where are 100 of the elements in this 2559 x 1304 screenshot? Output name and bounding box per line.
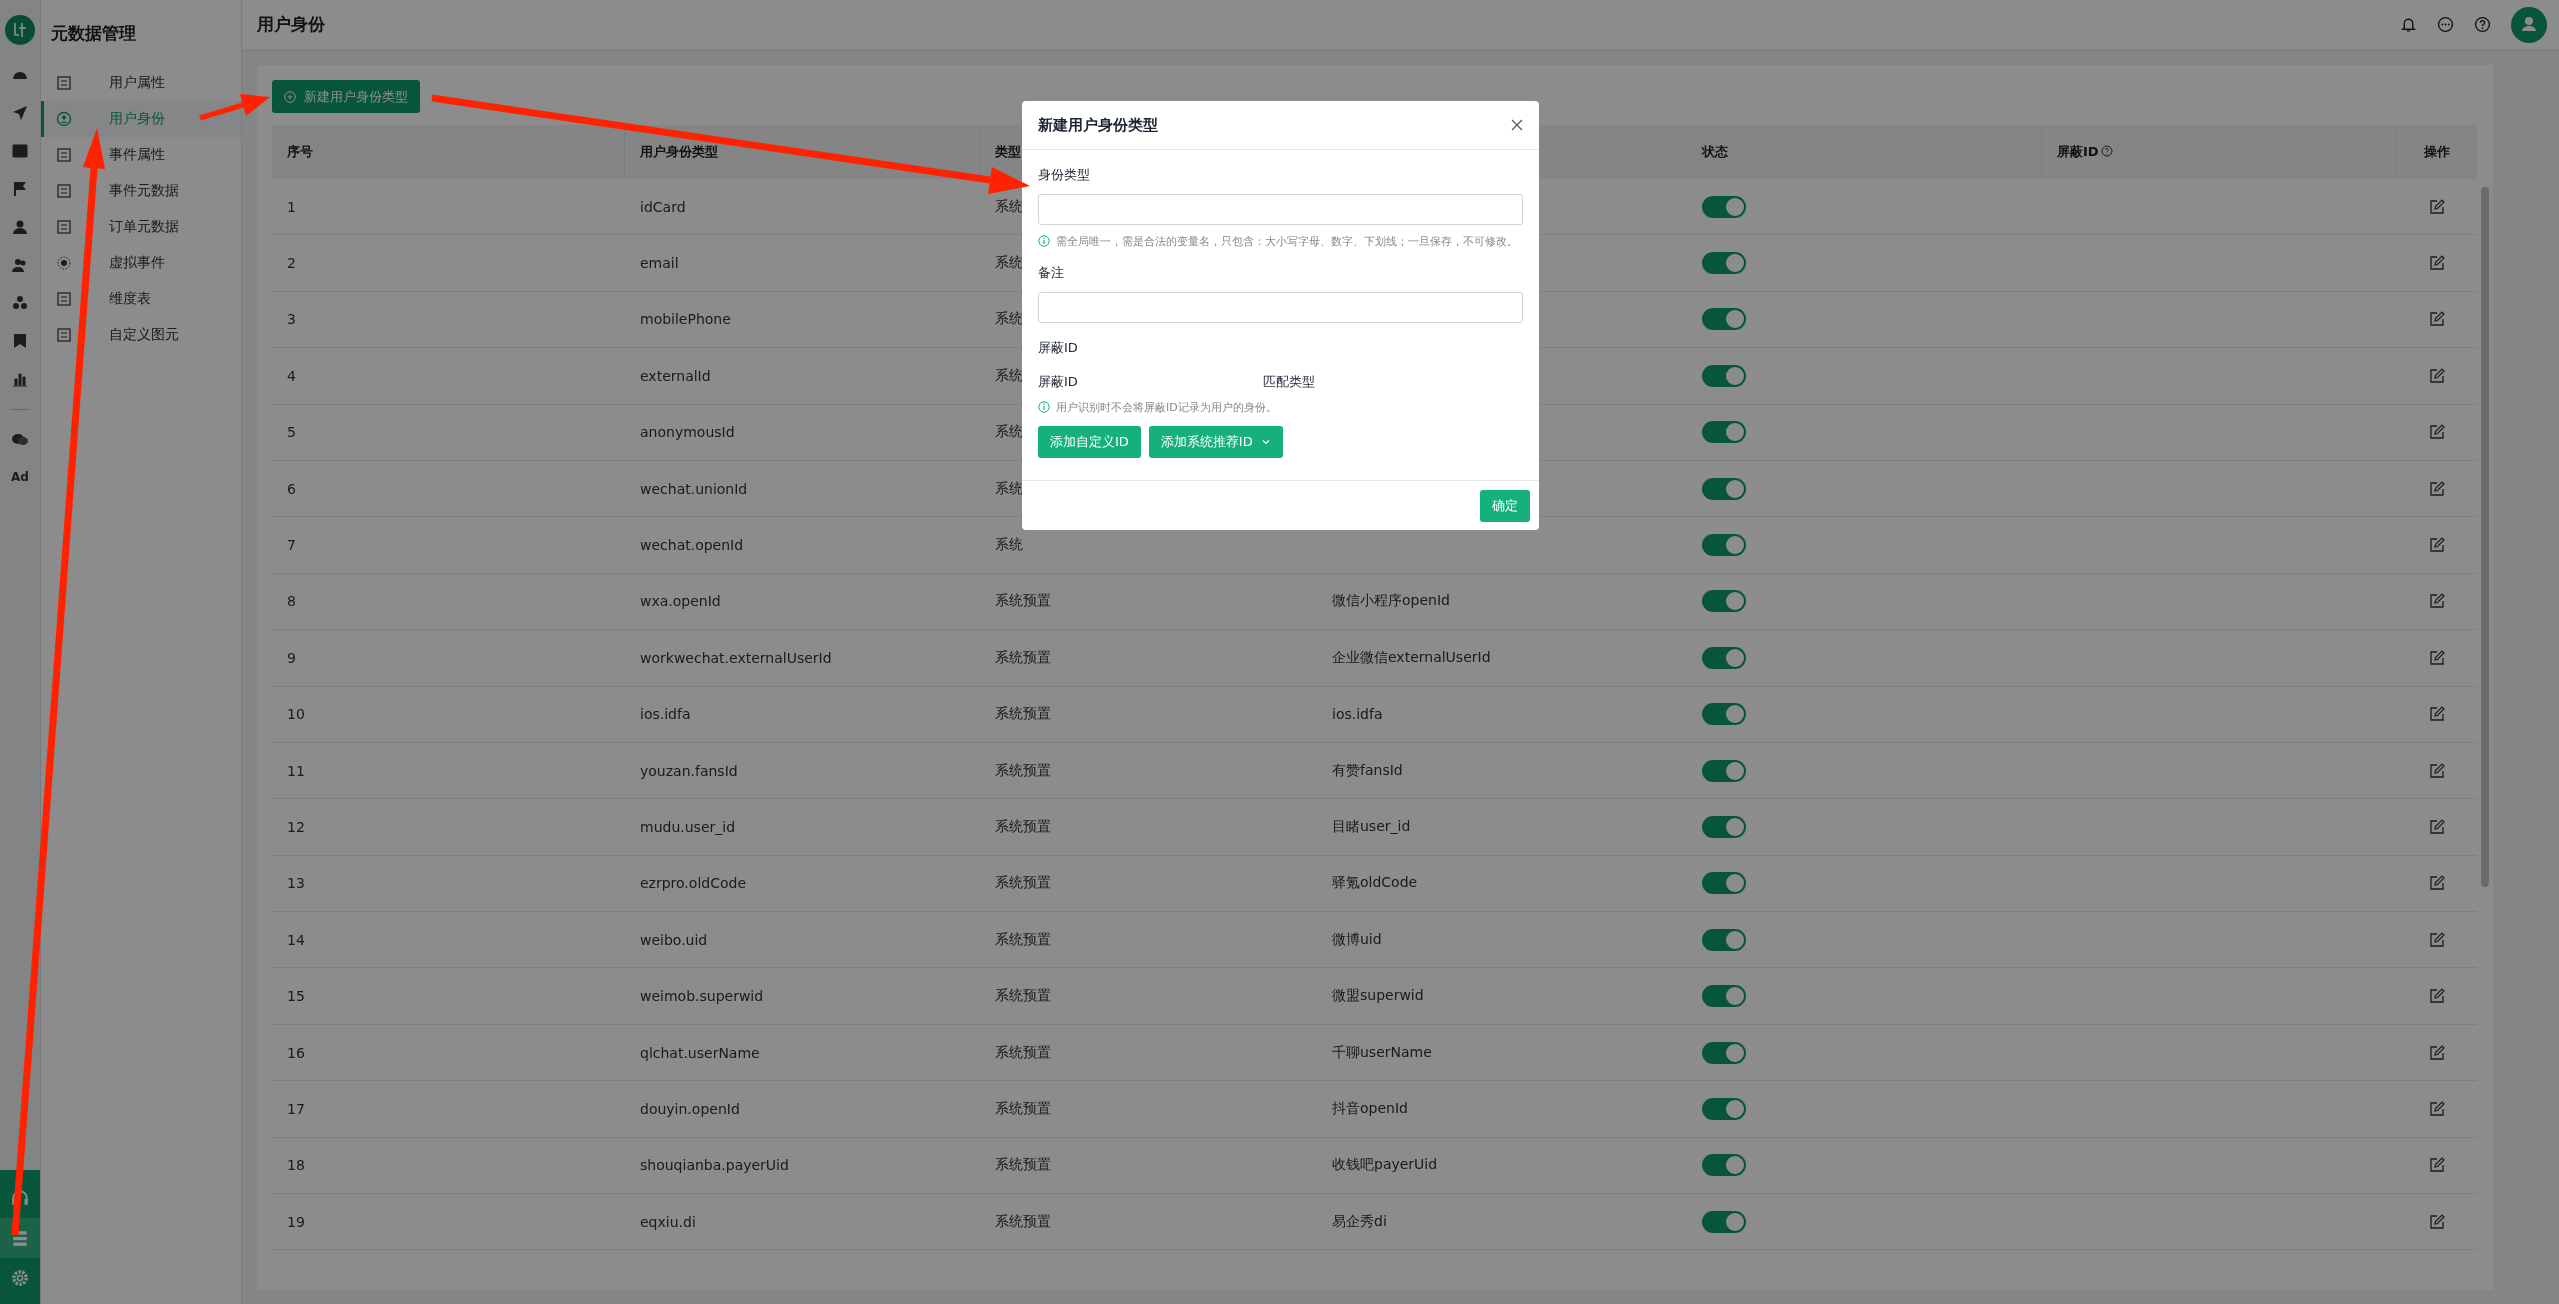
bell-icon[interactable] bbox=[2400, 16, 2417, 33]
table-cell: 15 bbox=[287, 988, 305, 1005]
help-icon[interactable] bbox=[2474, 16, 2491, 33]
sidebar-item[interactable]: 订单元数据 bbox=[41, 209, 241, 245]
toggle-switch[interactable] bbox=[1702, 1154, 1746, 1177]
toggle-switch[interactable] bbox=[1702, 364, 1746, 387]
table-cell: anonymousId bbox=[640, 424, 735, 441]
table-cell: 系统预置 bbox=[995, 592, 1051, 611]
help-icon[interactable] bbox=[2100, 145, 2113, 157]
column-header: 屏蔽ID bbox=[2057, 143, 2113, 161]
toggle-switch[interactable] bbox=[1702, 590, 1746, 613]
table-cell: ezrpro.oldCode bbox=[640, 875, 746, 892]
page-title: 用户身份 bbox=[257, 13, 325, 36]
toggle-switch[interactable] bbox=[1702, 1097, 1746, 1120]
toggle-switch[interactable] bbox=[1702, 477, 1746, 500]
ad-label[interactable]: Ad bbox=[11, 470, 29, 484]
table-cell: 系统 bbox=[995, 479, 1023, 498]
edit-icon[interactable] bbox=[2429, 1157, 2445, 1174]
input-field[interactable] bbox=[1038, 292, 1523, 323]
logo-icon bbox=[5, 15, 35, 45]
sidebar-item[interactable]: 自定义图元 bbox=[41, 317, 241, 353]
table-cell: 2 bbox=[287, 255, 296, 272]
edit-icon[interactable] bbox=[2429, 819, 2445, 835]
chat-icon[interactable] bbox=[12, 432, 28, 448]
table-cell: 17 bbox=[287, 1100, 305, 1117]
table-cell: 易企秀di bbox=[1332, 1212, 1387, 1231]
table-cell: 系统预置 bbox=[995, 1099, 1051, 1118]
bar-chart-icon[interactable] bbox=[12, 371, 28, 387]
add-button[interactable]: 添加自定义ID bbox=[1038, 426, 1141, 458]
edit-icon[interactable] bbox=[2429, 762, 2445, 779]
edit-icon[interactable] bbox=[2429, 649, 2445, 666]
toggle-switch[interactable] bbox=[1702, 985, 1746, 1008]
toggle-switch[interactable] bbox=[1702, 759, 1746, 782]
cluster-icon[interactable] bbox=[12, 295, 28, 311]
toggle-switch[interactable] bbox=[1702, 1210, 1746, 1233]
section-title: 屏蔽ID bbox=[1038, 339, 1079, 357]
table-cell: 6 bbox=[287, 480, 296, 497]
bookmark-icon[interactable] bbox=[12, 333, 28, 349]
toggle-switch[interactable] bbox=[1702, 816, 1746, 838]
column-header: 类型 bbox=[995, 143, 1021, 161]
edit-icon[interactable] bbox=[2429, 1100, 2445, 1117]
edit-icon[interactable] bbox=[2429, 1044, 2445, 1061]
user-circle-icon bbox=[56, 111, 72, 127]
table-cell: 系统 bbox=[995, 536, 1023, 555]
toggle-switch[interactable] bbox=[1702, 703, 1746, 726]
table-cell: wechat.unionId bbox=[640, 480, 748, 497]
toggle-switch[interactable] bbox=[1702, 646, 1746, 669]
toggle-switch[interactable] bbox=[1702, 308, 1746, 331]
edit-icon[interactable] bbox=[2429, 875, 2445, 892]
toggle-switch[interactable] bbox=[1702, 534, 1746, 557]
sidebar-item[interactable]: 维度表 bbox=[41, 281, 241, 317]
user-icon[interactable] bbox=[12, 219, 28, 235]
table-cell: mudu.user_id bbox=[640, 819, 736, 835]
toggle-switch[interactable] bbox=[1702, 252, 1746, 275]
toggle-switch[interactable] bbox=[1702, 421, 1746, 444]
table-cell: 系统预置 bbox=[995, 1156, 1051, 1175]
column-header: 操作 bbox=[2424, 143, 2450, 161]
flag-icon[interactable] bbox=[12, 181, 28, 197]
table-cell: 1 bbox=[287, 198, 296, 215]
table-cell: 10 bbox=[287, 706, 305, 723]
table-cell: 系统预置 bbox=[995, 761, 1051, 780]
new-identity-type-button[interactable]: 新建用户身份类型 bbox=[272, 80, 420, 113]
edit-icon[interactable] bbox=[2429, 311, 2445, 328]
sidebar-item[interactable]: 事件属性 bbox=[41, 137, 241, 173]
edit-icon[interactable] bbox=[2429, 706, 2445, 723]
edit-icon[interactable] bbox=[2429, 1213, 2445, 1230]
info-icon bbox=[1038, 235, 1050, 247]
edit-icon[interactable] bbox=[2429, 593, 2445, 610]
toggle-switch[interactable] bbox=[1702, 195, 1746, 218]
dropdown-button[interactable]: 添加系统推荐ID bbox=[1148, 426, 1283, 458]
users-icon[interactable] bbox=[12, 257, 28, 273]
edit-icon[interactable] bbox=[2429, 255, 2445, 272]
confirm-button[interactable]: 确定 bbox=[1480, 489, 1530, 522]
send-icon[interactable] bbox=[12, 105, 28, 121]
hint-text: 用户识别时不会将屏蔽ID记录为用户的身份。 bbox=[1056, 400, 1277, 416]
column-header: 匹配类型 bbox=[1263, 373, 1316, 391]
edit-icon[interactable] bbox=[2429, 988, 2445, 1005]
annotation-arrow bbox=[199, 94, 270, 121]
toggle-switch[interactable] bbox=[1702, 872, 1746, 895]
edit-icon[interactable] bbox=[2429, 480, 2445, 497]
sidebar-item[interactable]: 事件元数据 bbox=[41, 173, 241, 209]
close-icon[interactable] bbox=[1511, 119, 1523, 131]
edit-icon[interactable] bbox=[2429, 537, 2445, 554]
edit-icon[interactable] bbox=[2429, 367, 2445, 384]
toggle-switch[interactable] bbox=[1702, 928, 1746, 951]
toggle-switch[interactable] bbox=[1702, 1041, 1746, 1064]
table-cell: mobilePhone bbox=[640, 311, 731, 328]
avatar-icon[interactable] bbox=[2511, 6, 2547, 43]
message-icon[interactable] bbox=[2437, 16, 2454, 33]
edit-icon[interactable] bbox=[2429, 424, 2445, 441]
sidebar-item[interactable]: 用户属性 bbox=[41, 65, 241, 101]
scrollbar[interactable] bbox=[2481, 187, 2489, 887]
document-icon bbox=[56, 75, 72, 91]
edit-icon[interactable] bbox=[2429, 931, 2445, 948]
column-header: 序号 bbox=[287, 143, 313, 161]
table-cell: 目睹user_id bbox=[1332, 818, 1411, 836]
edit-icon[interactable] bbox=[2429, 198, 2445, 215]
input-field[interactable] bbox=[1038, 194, 1523, 225]
sidebar-item[interactable]: 虚拟事件 bbox=[41, 245, 241, 281]
table-cell: douyin.openId bbox=[640, 1100, 740, 1117]
